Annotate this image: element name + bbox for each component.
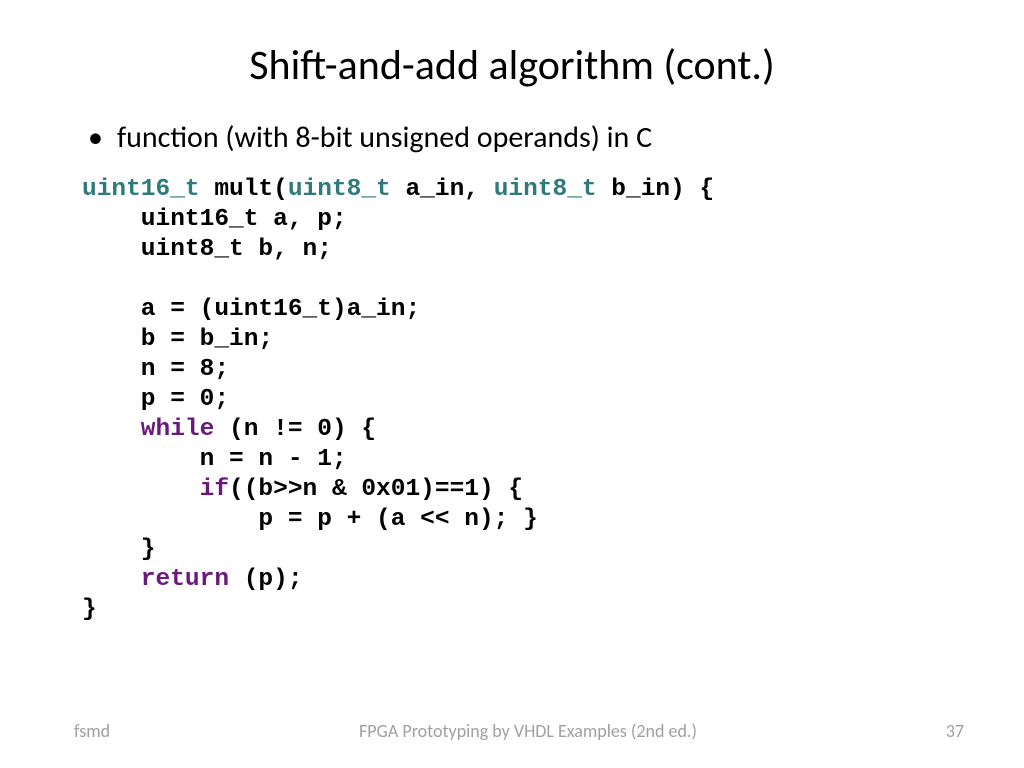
code-text: p = p + (a << n); }: [82, 506, 538, 533]
code-text: }: [82, 536, 156, 563]
code-text: (p);: [229, 566, 303, 593]
code-block: uint16_t mult(uint8_t a_in, uint8_t b_in…: [82, 175, 964, 625]
slide: Shift-and-add algorithm (cont.) • functi…: [0, 0, 1024, 768]
slide-title: Shift-and-add algorithm (cont.): [60, 40, 964, 91]
code-text: (n != 0) {: [214, 416, 376, 443]
code-text: b = b_in;: [82, 326, 273, 353]
bullet-item: • function (with 8-bit unsigned operands…: [88, 119, 964, 157]
code-text: n = 8;: [82, 356, 229, 383]
code-type: uint8_t: [288, 176, 391, 203]
bullet-text: function (with 8-bit unsigned operands) …: [117, 119, 652, 157]
code-text: mult(: [200, 176, 288, 203]
code-keyword: return: [82, 566, 229, 593]
code-keyword: while: [82, 416, 214, 443]
code-text: uint8_t b, n;: [82, 236, 332, 263]
code-type: uint8_t: [494, 176, 597, 203]
footer-left: fsmd: [74, 720, 110, 742]
code-text: ((b>>n & 0x01)==1) {: [229, 476, 523, 503]
code-text: a = (uint16_t)a_in;: [82, 296, 420, 323]
footer-page-number: 37: [946, 720, 964, 742]
code-keyword: if: [82, 476, 229, 503]
code-text: }: [82, 596, 97, 623]
footer-center: FPGA Prototyping by VHDL Examples (2nd e…: [110, 720, 946, 742]
code-text: p = 0;: [82, 386, 229, 413]
code-text: n = n - 1;: [82, 446, 347, 473]
code-type: uint16_t: [82, 176, 200, 203]
code-text: [82, 266, 97, 293]
code-text: uint16_t a, p;: [82, 206, 347, 233]
bullet-dot-icon: •: [88, 119, 103, 157]
code-text: b_in) {: [597, 176, 715, 203]
code-text: a_in,: [391, 176, 494, 203]
slide-footer: fsmd FPGA Prototyping by VHDL Examples (…: [0, 720, 1024, 742]
